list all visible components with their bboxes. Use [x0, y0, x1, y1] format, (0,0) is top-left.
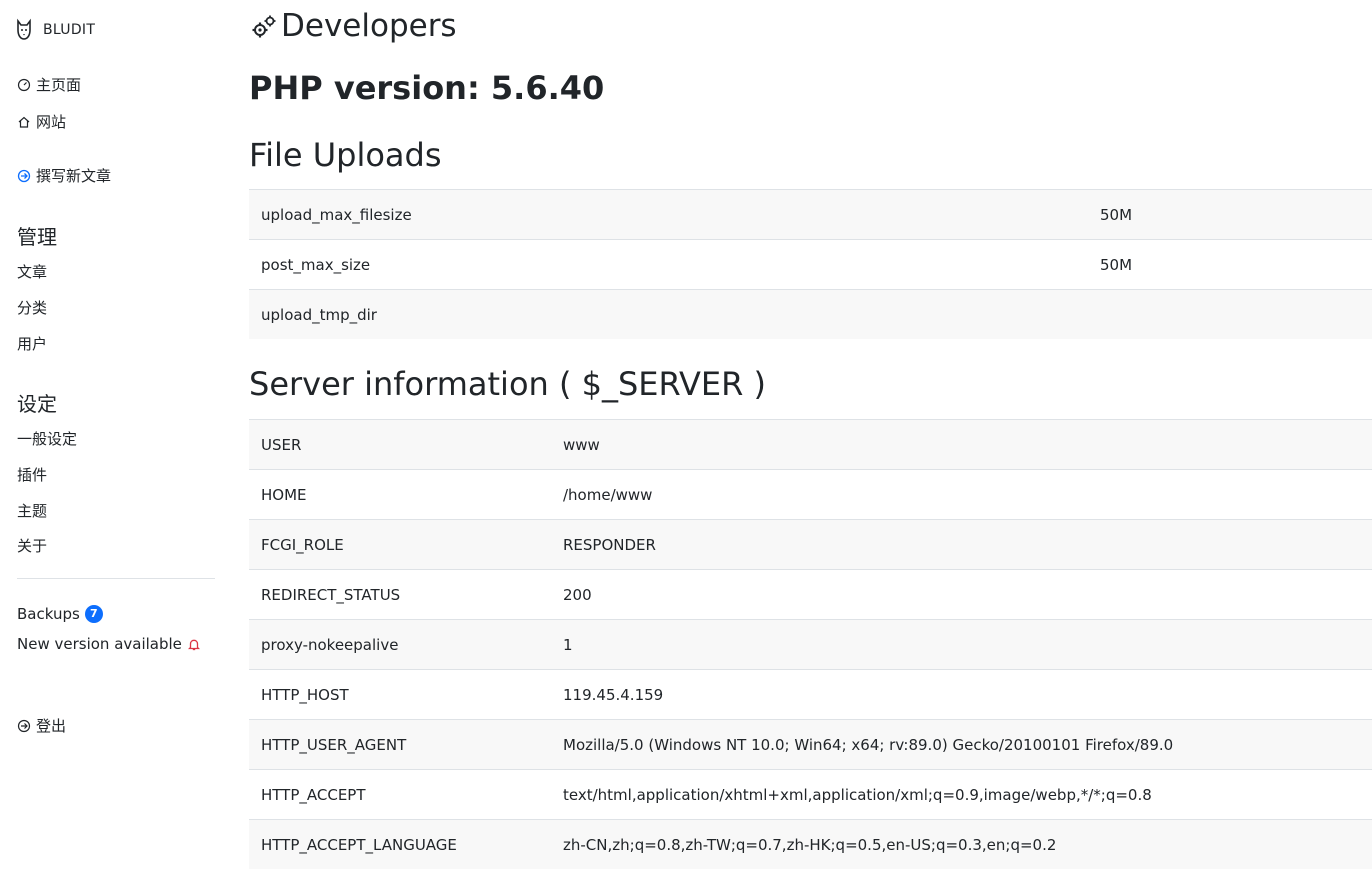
sidebar: BLUDIT 主页面 网站 撰写新文章 管理 文章 分类 用户 设定 一般设定 …: [0, 0, 232, 874]
page-title: Developers: [249, 8, 457, 44]
backups-count-badge: 7: [84, 605, 103, 623]
nav-website-label: 网站: [36, 113, 67, 131]
nav-general-settings[interactable]: 一般设定: [17, 428, 77, 449]
server-value: text/html,application/xhtml+xml,applicat…: [551, 769, 1372, 820]
bludit-dog-logo-icon: [17, 18, 31, 40]
brand-name: BLUDIT: [43, 22, 96, 38]
nav-new-version-label: New version available: [17, 635, 182, 653]
table-row: upload_tmp_dir: [249, 289, 1372, 339]
server-value: 119.45.4.159: [551, 669, 1372, 720]
upload-key: post_max_size: [249, 239, 1088, 290]
server-info-heading: Server information ( $_SERVER ): [249, 365, 766, 403]
server-value: RESPONDER: [551, 519, 1372, 570]
nav-logout[interactable]: 登出: [17, 715, 66, 736]
table-row: REDIRECT_STATUS 200: [249, 569, 1372, 620]
sidebar-divider: [17, 578, 215, 579]
table-row: HTTP_USER_AGENT Mozilla/5.0 (Windows NT …: [249, 719, 1372, 770]
server-key: HTTP_HOST: [249, 669, 551, 720]
server-value: Mozilla/5.0 (Windows NT 10.0; Win64; x64…: [551, 719, 1372, 770]
upload-key: upload_max_filesize: [249, 189, 1088, 240]
server-key: HTTP_ACCEPT_LANGUAGE: [249, 819, 551, 869]
nav-backups[interactable]: Backups 7: [17, 605, 103, 623]
settings-heading: 设定: [17, 392, 57, 416]
server-value: /home/www: [551, 469, 1372, 520]
nav-plugins[interactable]: 插件: [17, 464, 47, 485]
nav-website[interactable]: 网站: [17, 111, 66, 132]
table-row: HTTP_HOST 119.45.4.159: [249, 669, 1372, 720]
nav-users[interactable]: 用户: [17, 333, 47, 354]
upload-value: 50M: [1088, 189, 1372, 240]
php-version-heading: PHP version: 5.6.40: [249, 69, 605, 107]
server-key: USER: [249, 419, 551, 470]
nav-new-version[interactable]: New version available: [17, 635, 200, 653]
nav-dashboard-label: 主页面: [36, 76, 82, 94]
table-row: post_max_size 50M: [249, 239, 1372, 290]
upload-value: [1088, 289, 1372, 339]
nav-about[interactable]: 关于: [17, 535, 47, 556]
table-row: upload_max_filesize 50M: [249, 189, 1372, 240]
table-row: proxy-nokeepalive 1: [249, 619, 1372, 670]
upload-key: upload_tmp_dir: [249, 289, 1088, 339]
nav-themes[interactable]: 主题: [17, 500, 47, 521]
server-value: zh-CN,zh;q=0.8,zh-TW;q=0.7,zh-HK;q=0.5,e…: [551, 819, 1372, 869]
table-row: HOME /home/www: [249, 469, 1372, 520]
home-icon: [18, 116, 30, 128]
server-key: REDIRECT_STATUS: [249, 569, 551, 620]
table-row: FCGI_ROLE RESPONDER: [249, 519, 1372, 570]
nav-dashboard[interactable]: 主页面: [17, 74, 81, 95]
nav-logout-label: 登出: [36, 717, 67, 735]
brand[interactable]: BLUDIT: [15, 18, 95, 42]
server-key: HTTP_ACCEPT: [249, 769, 551, 820]
server-key: proxy-nokeepalive: [249, 619, 551, 670]
nav-new-content[interactable]: 撰写新文章: [17, 165, 111, 186]
file-uploads-heading: File Uploads: [249, 136, 442, 174]
gears-icon: [252, 15, 276, 38]
sign-out-icon: [17, 719, 31, 732]
server-info-table: USER www HOME /home/www FCGI_ROLE RESPON…: [249, 419, 1372, 869]
page-title-text: Developers: [281, 8, 457, 44]
table-row: HTTP_ACCEPT text/html,application/xhtml+…: [249, 769, 1372, 820]
table-row: USER www: [249, 419, 1372, 470]
upload-value: 50M: [1088, 239, 1372, 290]
nav-backups-label: Backups: [17, 605, 80, 623]
server-value: 200: [551, 569, 1372, 620]
server-key: HTTP_USER_AGENT: [249, 719, 551, 770]
bell-icon: [187, 639, 200, 650]
nav-new-content-label: 撰写新文章: [36, 167, 112, 185]
manage-heading: 管理: [17, 225, 57, 249]
server-key: HOME: [249, 469, 551, 520]
nav-categories[interactable]: 分类: [17, 297, 47, 318]
table-row: HTTP_ACCEPT_LANGUAGE zh-CN,zh;q=0.8,zh-T…: [249, 819, 1372, 869]
main-content: Developers PHP version: 5.6.40 File Uplo…: [249, 0, 1372, 874]
server-value: www: [551, 419, 1372, 470]
nav-content[interactable]: 文章: [17, 261, 47, 282]
server-value: 1: [551, 619, 1372, 670]
server-key: FCGI_ROLE: [249, 519, 551, 570]
dashboard-gauge-icon: [17, 78, 31, 91]
arrow-circle-right-icon: [17, 169, 31, 182]
file-uploads-table: upload_max_filesize 50M post_max_size 50…: [249, 189, 1372, 339]
